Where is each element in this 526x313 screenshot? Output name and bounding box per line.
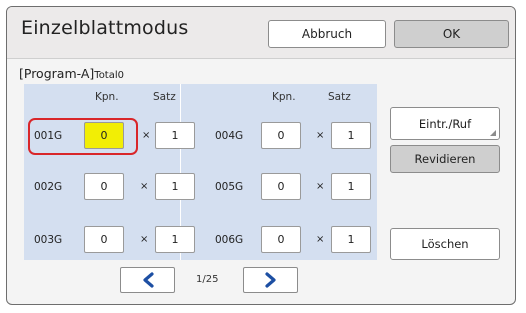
sets-header-left: Satz <box>153 91 176 103</box>
program-total: Total0 <box>94 70 124 81</box>
selection-highlight <box>28 118 138 155</box>
page-indicator: 1/25 <box>196 274 219 285</box>
copies-field[interactable]: 0 <box>84 173 124 200</box>
group-label: 006G <box>215 234 244 246</box>
dialog-title: Einzelblattmodus <box>21 17 189 39</box>
program-name: [Program-A] <box>19 66 95 81</box>
multiply-sign: × <box>140 234 149 245</box>
chevron-left-icon <box>142 272 154 288</box>
multiply-sign: × <box>316 234 325 245</box>
sets-field[interactable]: 1 <box>155 173 195 200</box>
prev-page-button[interactable] <box>120 267 175 293</box>
copies-field[interactable]: 0 <box>261 226 301 253</box>
ok-button[interactable]: OK <box>394 20 509 48</box>
entry-recall-label: Eintr./Ruf <box>418 116 472 131</box>
group-label: 004G <box>215 130 244 142</box>
dialog-header: Einzelblattmodus Abbruch OK <box>7 7 515 59</box>
copies-field[interactable]: 0 <box>261 173 301 200</box>
entry-recall-button[interactable]: Eintr./Ruf <box>390 107 500 140</box>
cancel-button[interactable]: Abbruch <box>268 20 386 48</box>
multiply-sign: × <box>316 181 325 192</box>
group-label: 003G <box>34 234 63 246</box>
group-label: 005G <box>215 181 244 193</box>
multiply-sign: × <box>140 181 149 192</box>
sets-field[interactable]: 1 <box>155 226 195 253</box>
chevron-right-icon <box>264 272 276 288</box>
copies-field[interactable]: 0 <box>84 226 124 253</box>
sets-field[interactable]: 1 <box>331 226 371 253</box>
copies-field[interactable]: 0 <box>261 122 301 149</box>
program-info: [Program-A]Total0 <box>19 66 124 81</box>
resize-corner-icon <box>490 130 496 136</box>
sets-field[interactable]: 1 <box>331 122 371 149</box>
multiply-sign: × <box>316 130 325 141</box>
delete-button[interactable]: Löschen <box>390 228 500 260</box>
next-page-button[interactable] <box>243 267 298 293</box>
group-label: 002G <box>34 181 63 193</box>
revise-button[interactable]: Revidieren <box>390 145 500 173</box>
sets-field[interactable]: 1 <box>331 173 371 200</box>
sets-header-right: Satz <box>328 91 351 103</box>
copies-header-right: Kpn. <box>272 91 296 103</box>
multiply-sign: × <box>142 130 151 141</box>
sets-field[interactable]: 1 <box>155 122 195 149</box>
copies-header-left: Kpn. <box>95 91 119 103</box>
